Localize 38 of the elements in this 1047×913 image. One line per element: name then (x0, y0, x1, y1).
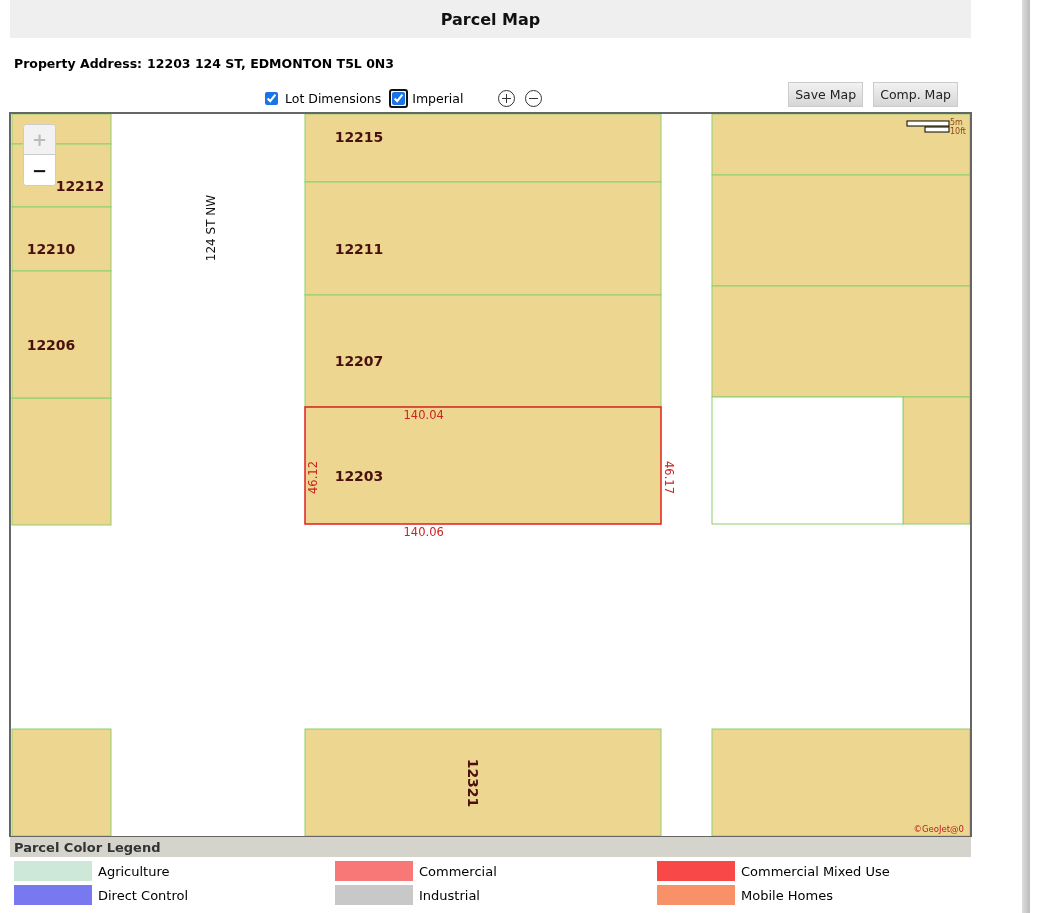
lot-dimension: 140.06 (403, 525, 444, 539)
checkbox-label: Imperial (412, 91, 464, 106)
zoom-out-icon[interactable] (524, 89, 544, 108)
lot-dimension: 46.17 (662, 461, 676, 494)
scale-label: 10ft (950, 127, 966, 136)
checkbox[interactable] (389, 89, 409, 108)
parcel-number: 12206 (26, 337, 76, 353)
selected-parcel[interactable] (304, 406, 662, 525)
parcel-number: 12207 (334, 353, 384, 369)
parcel-number: 12212 (55, 178, 105, 194)
parcel-number: 12321 (465, 758, 481, 808)
street-label: 124 ST NW (204, 194, 218, 262)
attribution: ©GeoJet@0 (913, 824, 964, 834)
legend-label: Agriculture (98, 863, 170, 879)
map-button[interactable]: Comp. Map (873, 82, 958, 107)
checkbox-label: Lot Dimensions (285, 91, 382, 106)
legend-label: Industrial (419, 887, 480, 903)
legend-label: Direct Control (98, 887, 189, 903)
address-value: 12203 124 ST, EDMONTON T5L 0N3 (147, 56, 394, 73)
parcel-number: 12210 (26, 241, 76, 257)
lot-dimension: 46.12 (306, 461, 320, 494)
zoom-in-icon[interactable] (497, 89, 517, 108)
lot-dimension: 140.04 (403, 408, 444, 422)
parcel-number: 12211 (334, 241, 384, 257)
address-label: Property Address: (14, 56, 143, 73)
legend-label: Mobile Homes (741, 887, 833, 903)
parcel-number: 12215 (334, 129, 384, 145)
legend-label: Commercial (419, 863, 497, 879)
map-button[interactable]: Save Map (788, 82, 864, 107)
parcel[interactable] (11, 206, 112, 272)
legend-label: Commercial Mixed Use (741, 863, 890, 879)
parcel-number: 12203 (334, 468, 384, 484)
page-title: Parcel Map (440, 9, 541, 29)
scrollbar[interactable] (1022, 0, 1030, 913)
scale-label: 5m (950, 118, 963, 127)
checkbox[interactable] (262, 89, 281, 108)
scale-bar-drawing (906, 120, 950, 133)
legend-title: Parcel Color Legend (14, 839, 161, 855)
